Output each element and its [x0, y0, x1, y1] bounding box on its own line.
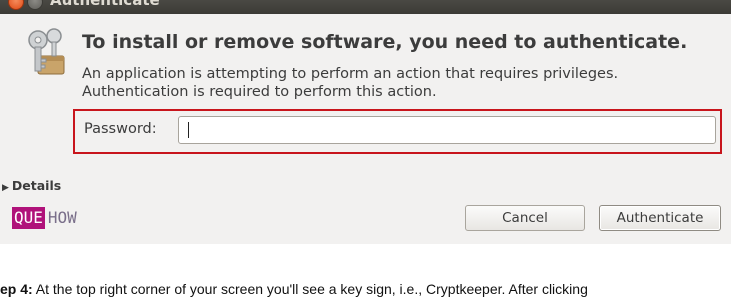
dialog-message: An application is attempting to perform …	[82, 65, 618, 101]
logo-part-how: HOW	[47, 208, 77, 227]
text-caret	[188, 122, 189, 138]
minimize-button[interactable]	[27, 0, 43, 10]
quehow-logo: QUE HOW	[12, 207, 77, 231]
caption-step: ep 4:	[0, 281, 33, 297]
logo-part-que: QUE	[12, 207, 45, 229]
details-expander[interactable]: ▶ Details	[2, 178, 61, 193]
close-button[interactable]	[8, 0, 24, 10]
authenticate-button[interactable]: Authenticate	[599, 205, 721, 231]
article-caption: ep 4: At the top right corner of your sc…	[0, 281, 588, 297]
window-title: Authenticate	[50, 0, 160, 9]
caption-text: At the top right corner of your screen y…	[32, 281, 588, 297]
message-line-1: An application is attempting to perform …	[82, 66, 619, 82]
password-input[interactable]	[178, 116, 716, 144]
title-bar: Authenticate	[0, 0, 731, 14]
authenticate-dialog: Authenticate To install or remove softwa…	[0, 0, 731, 244]
keys-icon	[28, 28, 65, 75]
dialog-heading: To install or remove software, you need …	[82, 31, 688, 53]
expander-arrow-icon: ▶	[2, 183, 9, 193]
password-label: Password:	[84, 121, 157, 137]
cancel-button[interactable]: Cancel	[465, 205, 585, 231]
details-label: Details	[11, 178, 62, 193]
message-line-2: Authentication is required to perform th…	[82, 84, 437, 100]
